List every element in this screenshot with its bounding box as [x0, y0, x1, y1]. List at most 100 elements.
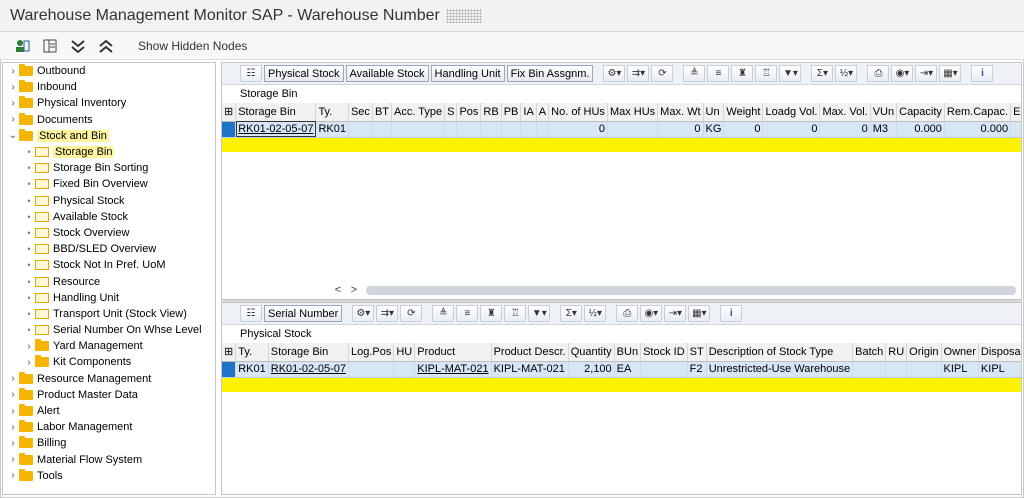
chevron-right-icon[interactable]: › — [7, 66, 19, 77]
column-header-storage-bin[interactable]: Storage Bin — [235, 103, 317, 122]
leaf-bullet-icon[interactable]: • — [23, 228, 35, 238]
column-header-loadg-vol[interactable]: Loadg Vol. — [762, 103, 821, 122]
tree-item-bbd-sled-overview[interactable]: • BBD/SLED Overview — [3, 241, 215, 257]
more-methods-icon[interactable]: ⇉▾ — [627, 65, 650, 82]
column-header-origin[interactable]: Origin — [906, 343, 942, 362]
details-icon[interactable]: ☷ — [240, 65, 262, 82]
refresh-icon[interactable]: ⟳ — [400, 305, 423, 322]
handling-unit-button[interactable]: Handling Unit — [430, 65, 505, 82]
column-header-vun[interactable]: VUn — [870, 103, 898, 122]
show-hidden-nodes-button[interactable]: Show Hidden Nodes — [138, 39, 247, 53]
find-icon[interactable]: ♜ — [731, 65, 754, 82]
tree-item-physical-stock[interactable]: • Physical Stock — [3, 193, 215, 209]
column-header-weight[interactable]: Weight — [723, 103, 764, 122]
column-header-ru[interactable]: RU — [885, 343, 908, 362]
chevron-right-icon[interactable]: › — [7, 470, 19, 481]
column-header-product[interactable]: Product — [414, 343, 492, 362]
chevron-right-icon[interactable]: › — [7, 454, 19, 465]
tree-item-serial-number-on-whse-level[interactable]: • Serial Number On Whse Level — [3, 322, 215, 338]
tree-item-material-flow-system[interactable]: › Material Flow System — [3, 452, 215, 468]
tree-item-inbound[interactable]: › Inbound — [3, 79, 215, 95]
collapse-all-icon[interactable] — [68, 37, 88, 55]
leaf-bullet-icon[interactable]: • — [23, 147, 35, 157]
leaf-bullet-icon[interactable]: • — [23, 163, 35, 173]
column-header-sec[interactable]: Sec — [348, 103, 373, 122]
chevron-right-icon[interactable]: › — [23, 357, 35, 368]
chevron-right-icon[interactable]: › — [7, 406, 19, 417]
tree-item-handling-unit[interactable]: • Handling Unit — [3, 290, 215, 306]
column-header-bun[interactable]: BUn — [614, 343, 642, 362]
tree-item-stock-not-in-pref-uom[interactable]: • Stock Not In Pref. UoM — [3, 257, 215, 273]
column-header-pos[interactable]: Pos — [456, 103, 482, 122]
row-selector[interactable] — [222, 361, 237, 378]
tree-item-stock-and-bin[interactable]: ⌄ Stock and Bin — [3, 128, 215, 144]
leaf-bullet-icon[interactable]: • — [23, 260, 35, 270]
select-all-icon[interactable]: ⊞ — [222, 343, 237, 362]
tree-item-labor-management[interactable]: › Labor Management — [3, 419, 215, 435]
select-all-icon[interactable]: ⊞ — [222, 103, 237, 122]
refresh-icon[interactable]: ⟳ — [651, 65, 674, 82]
leaf-bullet-icon[interactable]: • — [23, 212, 35, 222]
tree-item-kit-components[interactable]: › Kit Components — [3, 354, 215, 370]
chevron-down-icon[interactable]: ⌄ — [7, 130, 19, 141]
scroll-left-icon[interactable]: < — [330, 284, 346, 296]
tree-item-available-stock[interactable]: • Available Stock — [3, 209, 215, 225]
actions-menu-icon[interactable]: ⚙▾ — [603, 65, 626, 82]
column-header-owner[interactable]: Owner — [941, 343, 979, 362]
column-header-rem-capac[interactable]: Rem.Capac. — [944, 103, 1012, 122]
scroll-thumb[interactable] — [366, 285, 1016, 295]
physical-stock-button[interactable]: Physical Stock — [264, 65, 344, 82]
chevron-right-icon[interactable]: › — [7, 373, 19, 384]
column-header-quantity[interactable]: Quantity — [568, 343, 615, 362]
column-header-log-pos[interactable]: Log.Pos — [348, 343, 395, 362]
leaf-bullet-icon[interactable]: • — [23, 277, 35, 287]
column-header-no-of-hus[interactable]: No. of HUs — [548, 103, 608, 122]
views-icon[interactable]: ◉▾ — [640, 305, 663, 322]
print-icon[interactable]: ⎙ — [867, 65, 890, 82]
sort-descending-icon[interactable]: ≡ — [456, 305, 479, 322]
column-header-rb[interactable]: RB — [480, 103, 502, 122]
export-icon[interactable]: ⇥▾ — [664, 305, 687, 322]
layout-select-icon[interactable]: ▦▾ — [688, 305, 711, 322]
subtotal-icon[interactable]: ½▾ — [584, 305, 607, 322]
export-icon[interactable]: ⇥▾ — [915, 65, 938, 82]
tree-item-storage-bin-sorting[interactable]: • Storage Bin Sorting — [3, 160, 215, 176]
filter-icon[interactable]: ▼▾ — [779, 65, 802, 82]
tree-item-tools[interactable]: › Tools — [3, 468, 215, 484]
chevron-right-icon[interactable]: › — [7, 422, 19, 433]
column-header-ty[interactable]: Ty. — [315, 103, 349, 122]
tree-item-resource[interactable]: • Resource — [3, 273, 215, 289]
more-methods-icon[interactable]: ⇉▾ — [376, 305, 399, 322]
info-icon[interactable]: i — [971, 65, 994, 82]
leaf-bullet-icon[interactable]: • — [23, 179, 35, 189]
table-row[interactable]: RK01-02-05-07 RK01 0 0 KG 0 0 0 M3 0.000 0.000 — [222, 121, 1021, 138]
horizontal-scrollbar[interactable]: < > — [330, 283, 1020, 297]
column-header-empty[interactable]: Empty — [1010, 103, 1021, 122]
column-header-un[interactable]: Un — [703, 103, 725, 122]
chevron-right-icon[interactable]: › — [7, 114, 19, 125]
column-header-storage-bin[interactable]: Storage Bin — [268, 343, 349, 362]
chevron-right-icon[interactable]: › — [7, 82, 19, 93]
column-header-st[interactable]: ST — [687, 343, 707, 362]
column-header-max-vol[interactable]: Max. Vol. — [819, 103, 871, 122]
chevron-right-icon[interactable]: › — [7, 438, 19, 449]
tree-item-stock-overview[interactable]: • Stock Overview — [3, 225, 215, 241]
sum-icon[interactable]: Σ▾ — [811, 65, 834, 82]
fix-bin-assignment-button[interactable]: Fix Bin Assgnm. — [506, 65, 594, 82]
find-icon[interactable]: ♜ — [480, 305, 503, 322]
scroll-track[interactable] — [366, 285, 1016, 295]
print-icon[interactable]: ⎙ — [616, 305, 639, 322]
find-next-icon[interactable]: ♖ — [504, 305, 527, 322]
leaf-bullet-icon[interactable]: • — [23, 244, 35, 254]
column-header-batch[interactable]: Batch — [852, 343, 887, 362]
tree-item-yard-management[interactable]: › Yard Management — [3, 338, 215, 354]
tree-item-fixed-bin-overview[interactable]: • Fixed Bin Overview — [3, 176, 215, 192]
sort-descending-icon[interactable]: ≡ — [707, 65, 730, 82]
leaf-bullet-icon[interactable]: • — [23, 309, 35, 319]
tree-item-transport-unit-stock-view[interactable]: • Transport Unit (Stock View) — [3, 306, 215, 322]
column-header-stock-id[interactable]: Stock ID — [640, 343, 688, 362]
column-header-ty[interactable]: Ty. — [235, 343, 269, 362]
tree-item-documents[interactable]: › Documents — [3, 112, 215, 128]
column-header-max-wt[interactable]: Max. Wt — [657, 103, 704, 122]
cell-storage-bin[interactable]: RK01-02-05-07 — [268, 361, 349, 378]
